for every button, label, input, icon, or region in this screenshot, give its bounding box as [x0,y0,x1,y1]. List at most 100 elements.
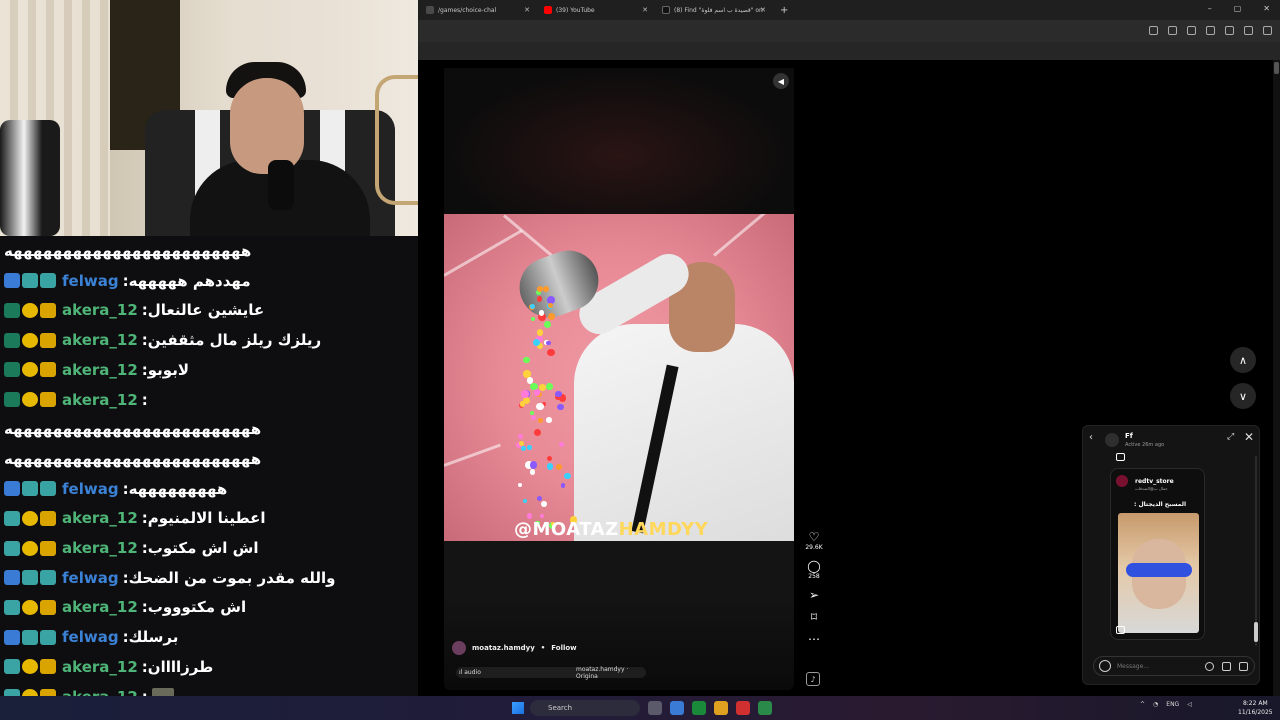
page-scrollbar[interactable] [1273,60,1280,696]
taskbar-app-icon[interactable] [648,701,662,715]
follow-button[interactable]: Follow [551,644,576,652]
chat-username[interactable]: felwag [62,272,119,290]
tab-choice-challenge[interactable]: /games/choice-chal ✕ [418,0,536,20]
language-indicator[interactable]: ENG [1166,701,1179,708]
taskbar-clock[interactable]: 8:22 AM 11/16/2025 [1238,699,1273,717]
badge-icon [40,362,56,378]
heart-icon[interactable]: ♡ [809,530,820,544]
minimize-button[interactable]: – [1208,4,1212,13]
chat-username[interactable]: akera_12 [62,509,138,527]
taskbar-app-icon[interactable] [736,701,750,715]
candy-image [538,383,546,391]
avatar[interactable] [452,641,466,655]
badge-icon [4,540,20,556]
chat-username[interactable]: akera_12 [62,658,138,676]
audio-thumbnail-icon[interactable]: ♪ [806,672,820,686]
windows-start-icon[interactable] [512,702,524,714]
chat-message: felwag : هههههههههه [4,478,227,500]
tab-title: (39) YouTube [556,6,595,14]
tab-youtube[interactable]: (39) YouTube ✕ [536,0,654,20]
new-tab-button[interactable]: + [780,5,788,16]
chat-message: akera_12 : طرزاااان [4,656,213,678]
chat-username[interactable]: akera_12 [62,391,138,409]
close-icon[interactable]: ✕ [1244,430,1254,444]
back-icon[interactable]: ‹ [1089,432,1093,443]
next-reel-button[interactable]: ∨ [1230,383,1256,409]
chat-text: اعطينا الالمنيوم [147,509,266,528]
tab-tiktok[interactable]: (8) Find "قصيدة ب اسم فلوة" on ✕ [654,0,772,20]
microphone-icon[interactable] [1205,661,1214,671]
candy-image [523,499,528,504]
send-icon[interactable]: ➢ [809,588,819,602]
badge-icon [4,659,20,675]
expand-icon[interactable]: ⤢ [1227,432,1234,442]
bookmark-star-icon[interactable] [1168,26,1177,35]
post-username: redtv_store [1135,478,1174,485]
dm-contact-name[interactable]: Ff [1125,432,1133,440]
chat-username[interactable]: akera_12 [62,331,138,349]
like-action[interactable]: ♡ 29.6K [805,530,822,551]
comment-action[interactable]: ◯ 258 [807,559,820,580]
chat-text: مهددهم هههههه [128,271,251,290]
taskbar-app-icon[interactable] [714,701,728,715]
chat-message: هههههههههههههههههههههههههه [4,448,261,470]
candy-image [530,316,535,321]
shared-post[interactable]: redtv_store جمال ب@الصدقات المسبح الديجت… [1110,468,1205,640]
audio-row[interactable]: ıl audio moataz.hamdyy · Origina [456,666,646,680]
close-icon[interactable]: ✕ [642,6,648,14]
candy-image [547,303,553,309]
close-icon[interactable]: ✕ [760,6,766,14]
chat-message: akera_12 : اعطينا الالمنيوم [4,507,266,529]
share-action[interactable]: ➢ [809,588,819,602]
profile-icon[interactable] [1244,26,1253,35]
candy-image [546,456,553,462]
chat-username[interactable]: felwag [62,569,119,587]
bookmark-icon[interactable]: ⌑ [811,610,817,624]
taskbar-app-icon[interactable] [670,701,684,715]
message-input[interactable] [1117,662,1187,670]
direct-message-panel: ‹ Ff Active 26m ago ⤢ ✕ redtv_store جمال… [1082,425,1260,685]
taskbar-app-icon[interactable] [692,701,706,715]
sticker-icon[interactable] [1239,661,1248,671]
search-label: Search [548,704,573,712]
image-icon[interactable] [1222,661,1231,671]
install-icon[interactable] [1149,26,1158,35]
close-icon[interactable]: ✕ [524,6,530,14]
dm-scrollbar[interactable] [1255,456,1257,646]
reel-video[interactable]: @MOATAZHAMDYY [444,214,794,541]
previous-reel-button[interactable]: ∧ [1230,347,1256,373]
chat-username[interactable]: akera_12 [62,598,138,616]
taskbar-app-icon[interactable] [758,701,772,715]
save-action[interactable]: ⌑ [811,610,817,624]
chat-username[interactable]: akera_12 [62,301,138,319]
light-ray [713,214,777,257]
chevron-up-icon[interactable]: ^ [1140,701,1145,708]
emoji-icon[interactable] [1099,660,1111,672]
more-icon[interactable]: ⋯ [808,632,820,646]
system-tray: ^ ◔ ENG ◁ [1140,701,1192,708]
clock-time: 8:22 AM [1242,700,1268,707]
menu-icon[interactable] [1263,26,1272,35]
candy-image [530,415,536,420]
extension-icon[interactable] [1187,26,1196,35]
network-icon[interactable]: ◔ [1153,701,1158,708]
more-action[interactable]: ⋯ [808,632,820,646]
chat-username[interactable]: felwag [62,628,119,646]
puzzle-icon[interactable] [1225,26,1234,35]
avatar[interactable] [1105,433,1119,447]
dm-scrollbar-thumb[interactable] [1254,622,1258,642]
speaker-icon[interactable]: ◀ [773,73,789,89]
taskbar-search[interactable]: Search [530,700,640,716]
reel-icon [1116,453,1125,461]
chat-username[interactable]: akera_12 [62,539,138,557]
author-name[interactable]: moataz.hamdyy [472,644,535,652]
shield-icon[interactable] [1206,26,1215,35]
scrollbar-thumb[interactable] [1274,62,1279,74]
maximize-button[interactable]: ▢ [1234,4,1242,13]
chat-username[interactable]: akera_12 [62,361,138,379]
volume-icon[interactable]: ◁ [1187,701,1192,708]
chat-username[interactable]: felwag [62,480,119,498]
audio-label: ıl audio [459,669,481,676]
comment-icon[interactable]: ◯ [807,559,820,573]
close-window-button[interactable]: ✕ [1263,4,1270,13]
